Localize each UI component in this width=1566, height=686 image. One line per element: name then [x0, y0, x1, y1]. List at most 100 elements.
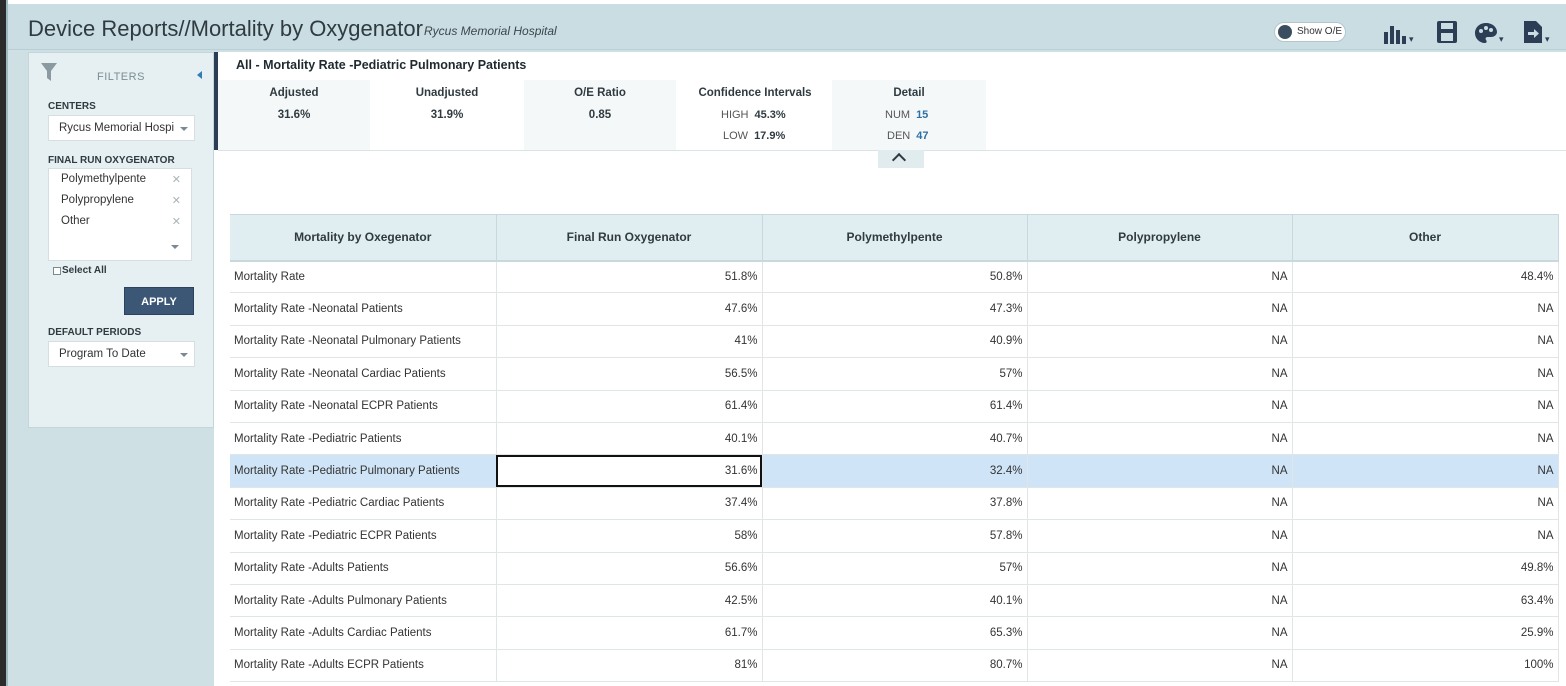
value-cell[interactable]: NA [1027, 292, 1293, 326]
value-cell[interactable]: 48.4% [1292, 260, 1559, 294]
row-label-cell[interactable]: Mortality Rate -Adults Cardiac Patients [230, 616, 497, 650]
value-cell[interactable]: 81% [496, 649, 763, 683]
row-label-cell[interactable]: Mortality Rate -Neonatal ECPR Patients [230, 390, 497, 423]
value-cell[interactable]: NA [1027, 422, 1293, 456]
num-value[interactable]: 15 [916, 109, 928, 121]
value-cell[interactable]: NA [1027, 616, 1293, 650]
remove-option-icon[interactable]: ✕ [172, 194, 181, 207]
table-row[interactable]: Mortality Rate 51.8% 50.8% NA 48.4% [230, 260, 1559, 294]
select-all-control[interactable]: Select All [53, 265, 107, 276]
centers-dropdown[interactable]: Rycus Memorial Hospi [48, 115, 195, 141]
value-cell[interactable]: 50.8% [762, 260, 1028, 294]
value-cell[interactable]: 37.8% [762, 487, 1028, 521]
value-cell[interactable]: 40.1% [762, 584, 1028, 618]
value-cell[interactable]: 57% [762, 552, 1028, 585]
table-row[interactable]: Mortality Rate -Neonatal Patients 47.6% 47… [230, 292, 1559, 326]
collapse-summary-button[interactable] [878, 150, 924, 168]
value-cell[interactable]: 61.7% [496, 616, 763, 650]
value-cell[interactable]: NA [1027, 519, 1293, 553]
save-icon[interactable] [1436, 18, 1458, 44]
table-row[interactable]: Mortality Rate -Adults Pulmonary Patient… [230, 584, 1559, 618]
value-cell[interactable]: 40.1% [496, 422, 763, 456]
value-cell[interactable]: NA [1027, 584, 1293, 618]
column-header[interactable]: Polymethylpente [762, 214, 1028, 262]
value-cell[interactable]: 37.4% [496, 487, 763, 521]
chevron-down-icon[interactable] [171, 245, 179, 249]
column-header[interactable]: Mortality by Oxegenator [230, 214, 497, 262]
value-cell[interactable]: NA [1292, 519, 1559, 553]
row-label-cell[interactable]: Mortality Rate -Neonatal Patients [230, 292, 497, 326]
table-row[interactable]: Mortality Rate -Pediatric ECPR Patients 5… [230, 519, 1559, 553]
row-label-cell[interactable]: Mortality Rate -Pediatric Cardiac Patien… [230, 487, 497, 521]
value-cell[interactable]: NA [1292, 292, 1559, 326]
palette-icon[interactable]: ▾ [1474, 18, 1508, 44]
value-cell[interactable]: 57.8% [762, 519, 1028, 553]
value-cell[interactable]: NA [1292, 454, 1559, 488]
value-cell[interactable]: 100% [1292, 649, 1559, 683]
value-cell[interactable]: 56.6% [496, 552, 763, 585]
table-row[interactable]: Mortality Rate -Neonatal ECPR Patients 61… [230, 390, 1559, 423]
value-cell[interactable]: NA [1292, 422, 1559, 456]
value-cell[interactable]: 32.4% [762, 454, 1028, 488]
column-header[interactable]: Other [1292, 214, 1559, 262]
value-cell[interactable]: NA [1027, 325, 1293, 359]
value-cell[interactable]: 47.3% [762, 292, 1028, 326]
value-cell[interactable]: NA [1292, 487, 1559, 521]
value-cell[interactable]: 42.5% [496, 584, 763, 618]
value-cell[interactable]: 63.4% [1292, 584, 1559, 618]
row-label-cell[interactable]: Mortality Rate -Adults ECPR Patients [230, 649, 497, 683]
table-row[interactable]: Mortality Rate -Pediatric Pulmonary Pati… [230, 454, 1559, 488]
value-cell[interactable]: 47.6% [496, 292, 763, 326]
row-label-cell[interactable]: Mortality Rate [230, 260, 497, 294]
table-row[interactable]: Mortality Rate -Adults ECPR Patients 81% 8… [230, 649, 1559, 683]
value-cell[interactable]: 56.5% [496, 357, 763, 391]
column-header[interactable]: Polypropylene [1027, 214, 1293, 262]
value-cell[interactable]: NA [1027, 357, 1293, 391]
row-label-cell[interactable]: Mortality Rate -Neonatal Pulmonary Patie… [230, 325, 497, 359]
value-cell[interactable]: 41% [496, 325, 763, 359]
value-cell[interactable]: 61.4% [496, 390, 763, 423]
oxygenator-multiselect[interactable]: Polymethylpente ✕ Polypropylene ✕ Other … [48, 168, 192, 261]
bar-chart-icon[interactable]: ▾ [1384, 18, 1418, 44]
column-header[interactable]: Final Run Oxygenator [496, 214, 763, 262]
row-label-cell[interactable]: Mortality Rate -Adults Patients [230, 552, 497, 585]
value-cell[interactable]: NA [1292, 325, 1559, 359]
value-cell[interactable]: 40.9% [762, 325, 1028, 359]
table-row[interactable]: Mortality Rate -Adults Patients 56.6% 57% N… [230, 552, 1559, 585]
periods-dropdown[interactable]: Program To Date [48, 341, 195, 367]
show-oe-toggle[interactable]: Show O/E [1274, 22, 1346, 42]
value-cell[interactable]: 51.8% [496, 260, 763, 294]
value-cell[interactable]: 80.7% [762, 649, 1028, 683]
table-row[interactable]: Mortality Rate -Adults Cardiac Patients 6… [230, 616, 1559, 650]
remove-option-icon[interactable]: ✕ [172, 215, 181, 228]
row-label-cell[interactable]: Mortality Rate -Adults Pulmonary Patient… [230, 584, 497, 618]
table-row[interactable]: Mortality Rate -Neonatal Cardiac Patient… [230, 357, 1559, 391]
value-cell[interactable]: 31.6% [496, 454, 763, 488]
value-cell[interactable]: NA [1027, 390, 1293, 423]
table-row[interactable]: Mortality Rate -Pediatric Cardiac Patien… [230, 487, 1559, 521]
table-row[interactable]: Mortality Rate -Neonatal Pulmonary Patie… [230, 325, 1559, 359]
remove-option-icon[interactable]: ✕ [172, 173, 181, 186]
value-cell[interactable]: NA [1027, 454, 1293, 488]
collapse-panel-icon[interactable] [197, 71, 202, 79]
den-value[interactable]: 47 [916, 130, 928, 142]
value-cell[interactable]: NA [1292, 357, 1559, 391]
value-cell[interactable]: NA [1292, 390, 1559, 423]
value-cell[interactable]: 61.4% [762, 390, 1028, 423]
row-label-cell[interactable]: Mortality Rate -Neonatal Cardiac Patient… [230, 357, 497, 391]
table-row[interactable]: Mortality Rate -Pediatric Patients 40.1% 4… [230, 422, 1559, 456]
value-cell[interactable]: 49.8% [1292, 552, 1559, 585]
row-label-cell[interactable]: Mortality Rate -Pediatric Pulmonary Pati… [230, 454, 497, 488]
row-label-cell[interactable]: Mortality Rate -Pediatric ECPR Patients [230, 519, 497, 553]
value-cell[interactable]: 58% [496, 519, 763, 553]
row-label-cell[interactable]: Mortality Rate -Pediatric Patients [230, 422, 497, 456]
value-cell[interactable]: 65.3% [762, 616, 1028, 650]
apply-button[interactable]: APPLY [124, 287, 194, 315]
value-cell[interactable]: NA [1027, 487, 1293, 521]
select-all-checkbox[interactable] [53, 266, 61, 275]
value-cell[interactable]: 40.7% [762, 422, 1028, 456]
value-cell[interactable]: 57% [762, 357, 1028, 391]
value-cell[interactable]: NA [1027, 552, 1293, 585]
value-cell[interactable]: NA [1027, 649, 1293, 683]
value-cell[interactable]: NA [1027, 260, 1293, 294]
